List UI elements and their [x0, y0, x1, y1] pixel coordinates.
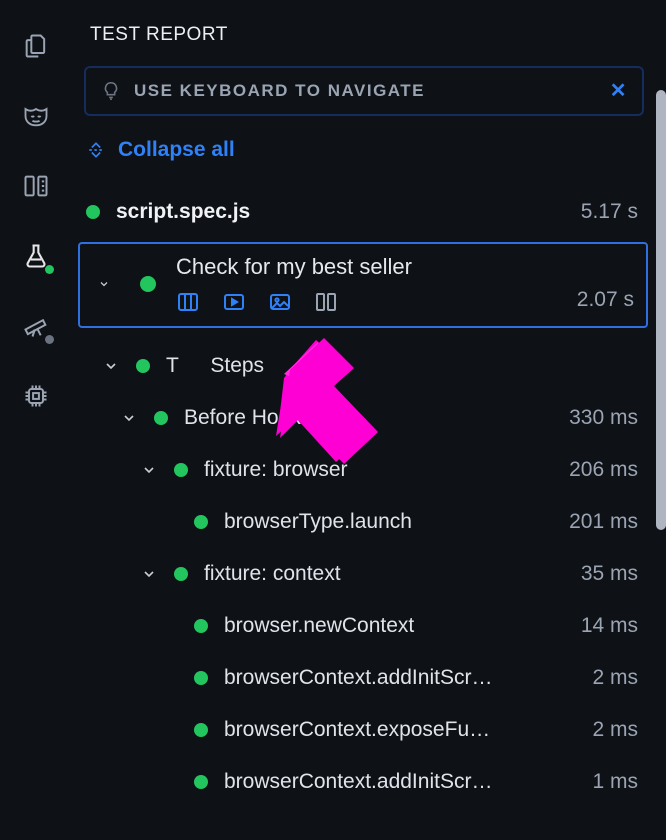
lightbulb-icon — [100, 80, 122, 102]
status-dot-pass — [154, 411, 168, 425]
nav-testing[interactable] — [20, 240, 52, 272]
nav-masks[interactable] — [20, 100, 52, 132]
chevron-down-icon[interactable] — [140, 462, 158, 478]
test-tools — [176, 290, 557, 314]
chevron-down-icon[interactable] — [102, 358, 120, 374]
step-label: browser.newContext — [224, 614, 555, 638]
status-dot-pass — [86, 205, 100, 219]
nav-explore[interactable] — [20, 310, 52, 342]
collapse-all-button[interactable]: Collapse all — [72, 134, 652, 186]
nav-files[interactable] — [20, 30, 52, 62]
step-label: browserContext.addInitScr… — [224, 666, 566, 690]
tree-step-row[interactable]: browser.newContext 14 ms — [72, 600, 652, 652]
file-name: script.spec.js — [116, 200, 555, 224]
chevron-down-icon[interactable] — [92, 276, 110, 292]
tree-before-hooks-row[interactable]: Before Hooks 330 ms — [72, 392, 652, 444]
status-dot-pass — [194, 723, 208, 737]
collapse-all-label: Collapse all — [118, 138, 235, 162]
status-dot-pass — [136, 359, 150, 373]
tree-step-row[interactable]: browserContext.addInitScr… 1 ms — [72, 756, 652, 808]
test-tree: script.spec.js 5.17 s Check for my best … — [72, 186, 652, 808]
tree-step-row[interactable]: browserContext.addInitScr… 2 ms — [72, 652, 652, 704]
nav-compare[interactable] — [20, 170, 52, 202]
tree-fixture-context-row[interactable]: fixture: context 35 ms — [72, 548, 652, 600]
status-dot-pass — [174, 567, 188, 581]
tree-test-row-selected[interactable]: Check for my best seller — [78, 242, 648, 328]
test-duration: 2.07 s — [577, 288, 634, 314]
tree-fixture-browser-row[interactable]: fixture: browser 206 ms — [72, 444, 652, 496]
scrollbar-thumb[interactable] — [656, 90, 666, 530]
before-hooks-duration: 330 ms — [559, 406, 638, 430]
nav-settings[interactable] — [20, 380, 52, 412]
image-icon[interactable] — [268, 290, 292, 314]
tree-launch-row[interactable]: browserType.launch 201 ms — [72, 496, 652, 548]
before-hooks-label: Before Hooks — [184, 406, 543, 430]
status-dot-pass — [194, 671, 208, 685]
chip-icon — [22, 382, 50, 410]
tree-steps-row[interactable]: Test Steps — [72, 340, 652, 392]
fixture-browser-label: fixture: browser — [204, 458, 543, 482]
step-duration: 1 ms — [582, 770, 638, 794]
test-report-panel: TEST REPORT USE KEYBOARD TO NAVIGATE ✕ C… — [72, 0, 666, 840]
activity-bar — [0, 0, 72, 840]
chevron-down-icon[interactable] — [140, 566, 158, 582]
status-dot-idle — [45, 335, 54, 344]
status-dot-pass — [45, 265, 54, 274]
scrollbar-track[interactable] — [654, 90, 666, 836]
collapse-all-icon — [86, 140, 106, 160]
launch-duration: 201 ms — [559, 510, 638, 534]
step-label: browserContext.addInitScr… — [224, 770, 566, 794]
fixture-context-label: fixture: context — [204, 562, 555, 586]
status-dot-pass — [174, 463, 188, 477]
file-duration: 5.17 s — [571, 200, 638, 224]
fixture-context-duration: 35 ms — [571, 562, 638, 586]
hint-close-button[interactable]: ✕ — [610, 81, 628, 101]
launch-label: browserType.launch — [224, 510, 543, 534]
tree-file-row[interactable]: script.spec.js 5.17 s — [72, 186, 652, 238]
fixture-browser-duration: 206 ms — [559, 458, 638, 482]
side-by-side-icon — [22, 172, 50, 200]
status-dot-pass — [194, 775, 208, 789]
status-dot-pass — [194, 515, 208, 529]
side-by-side-icon[interactable] — [314, 290, 338, 314]
status-dot-pass — [194, 619, 208, 633]
mask-icon — [22, 102, 50, 130]
panel-title: TEST REPORT — [72, 0, 652, 66]
hint-text: USE KEYBOARD TO NAVIGATE — [134, 81, 425, 101]
keyboard-hint: USE KEYBOARD TO NAVIGATE ✕ — [84, 66, 644, 116]
columns-icon[interactable] — [176, 290, 200, 314]
chevron-down-icon[interactable] — [120, 410, 138, 426]
step-duration: 2 ms — [582, 666, 638, 690]
step-duration: 2 ms — [582, 718, 638, 742]
tree-step-row[interactable]: browserContext.exposeFu… 2 ms — [72, 704, 652, 756]
steps-label: Test Steps — [166, 354, 638, 378]
step-label: browserContext.exposeFu… — [224, 718, 566, 742]
status-dot-pass — [140, 276, 156, 292]
step-duration: 14 ms — [571, 614, 638, 638]
files-icon — [22, 32, 50, 60]
test-title: Check for my best seller — [176, 254, 557, 280]
play-icon[interactable] — [222, 290, 246, 314]
